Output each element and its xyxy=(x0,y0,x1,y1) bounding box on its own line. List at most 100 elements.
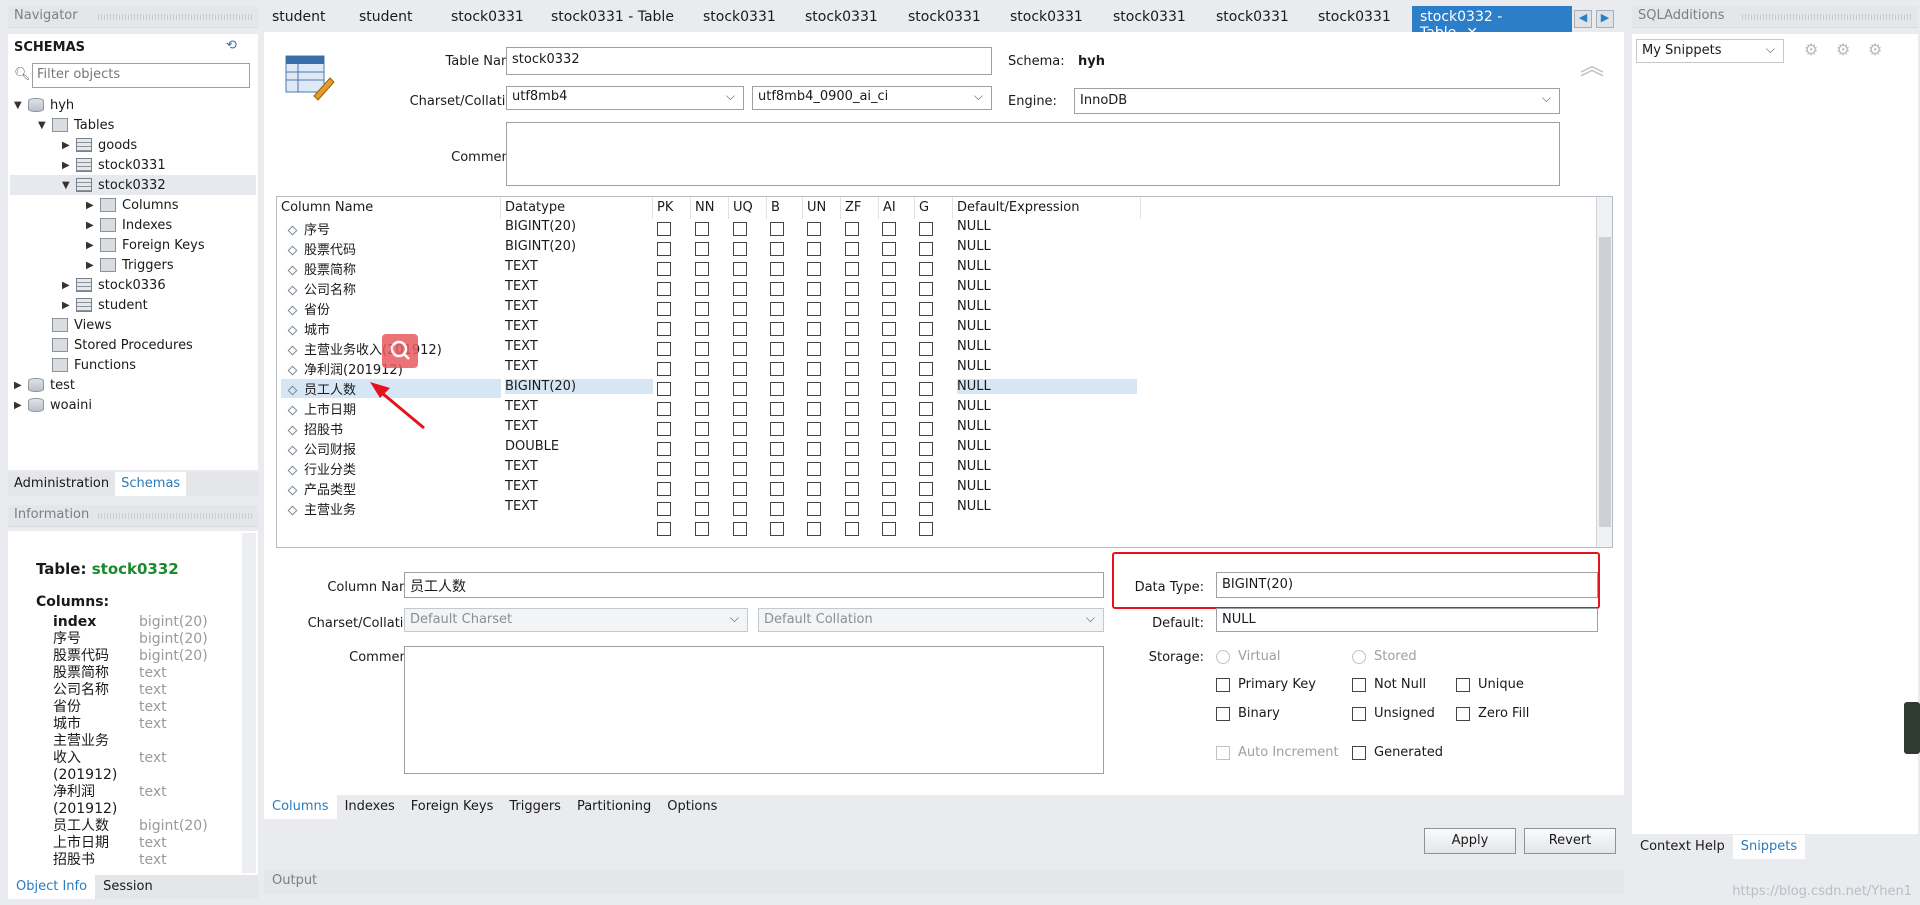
flag-checkbox[interactable] xyxy=(770,422,784,436)
header-uq[interactable]: UQ xyxy=(729,197,767,219)
datatype-cell[interactable]: TEXT xyxy=(505,339,653,354)
flag-checkbox[interactable] xyxy=(770,222,784,236)
datatype-cell[interactable]: BIGINT(20) xyxy=(505,239,653,254)
table-row[interactable]: 主营业务 TEXT NULL xyxy=(277,499,1587,519)
tab-indexes[interactable]: Indexes xyxy=(337,795,403,819)
tab-triggers[interactable]: Triggers xyxy=(501,795,569,819)
chevron-right-icon[interactable]: ▶ xyxy=(86,200,98,211)
tab-object-info[interactable]: Object Info xyxy=(8,875,96,899)
column-name-cell[interactable]: 序号 xyxy=(281,219,501,238)
default-cell[interactable]: NULL xyxy=(957,339,1137,354)
grid-scroll-thumb[interactable] xyxy=(1599,237,1611,527)
tab-columns[interactable]: Columns xyxy=(264,795,337,819)
flag-checkbox[interactable] xyxy=(919,382,933,396)
editor-tab[interactable]: stock0331 xyxy=(1002,6,1105,32)
chevron-right-icon[interactable]: ▶ xyxy=(62,300,74,311)
primary-key-checkbox[interactable]: Primary Key xyxy=(1216,677,1316,692)
flag-checkbox[interactable] xyxy=(733,382,747,396)
header-g[interactable]: G xyxy=(915,197,953,219)
editor-tab[interactable]: stock0331 xyxy=(1105,6,1208,32)
chevron-right-icon[interactable]: ▶ xyxy=(86,260,98,271)
header-zf[interactable]: ZF xyxy=(841,197,879,219)
flag-checkbox[interactable] xyxy=(845,362,859,376)
flag-checkbox[interactable] xyxy=(695,422,709,436)
flag-checkbox[interactable] xyxy=(733,222,747,236)
header-pk[interactable]: PK xyxy=(653,197,691,219)
flag-checkbox[interactable] xyxy=(733,462,747,476)
flag-checkbox[interactable] xyxy=(657,462,671,476)
table-comments-textarea[interactable] xyxy=(506,122,1560,186)
snippet-replace-icon[interactable]: ⚙ xyxy=(1836,40,1850,59)
tree-table-stock0336[interactable]: ▶ stock0336 xyxy=(62,275,166,295)
flag-checkbox[interactable] xyxy=(882,502,896,516)
flag-checkbox[interactable] xyxy=(770,242,784,256)
default-cell[interactable]: NULL xyxy=(957,239,1137,254)
filter-objects-input[interactable]: Filter objects xyxy=(32,63,250,88)
flag-checkbox[interactable] xyxy=(695,342,709,356)
flag-checkbox[interactable] xyxy=(770,282,784,296)
flag-checkbox[interactable] xyxy=(882,282,896,296)
flag-checkbox[interactable] xyxy=(695,442,709,456)
default-cell[interactable]: NULL xyxy=(957,259,1137,274)
flag-checkbox[interactable] xyxy=(919,262,933,276)
binary-checkbox[interactable]: Binary xyxy=(1216,706,1280,721)
table-row[interactable]: 员工人数 BIGINT(20) NULL xyxy=(277,379,1587,399)
tree-views[interactable]: Views xyxy=(50,315,112,335)
flag-checkbox[interactable] xyxy=(919,222,933,236)
flag-checkbox[interactable] xyxy=(770,462,784,476)
editor-tab[interactable]: student xyxy=(351,6,443,32)
flag-checkbox[interactable] xyxy=(919,462,933,476)
flag-checkbox[interactable] xyxy=(657,422,671,436)
table-row[interactable]: 招股书 TEXT NULL xyxy=(277,419,1587,439)
chevron-right-icon[interactable]: ▶ xyxy=(86,240,98,251)
column-name-cell[interactable]: 股票简称 xyxy=(281,259,501,278)
chevron-right-icon[interactable]: ▶ xyxy=(14,400,26,411)
flag-checkbox[interactable] xyxy=(882,342,896,356)
flag-checkbox[interactable] xyxy=(845,422,859,436)
chevron-right-icon[interactable]: ▶ xyxy=(62,160,74,171)
flag-checkbox[interactable] xyxy=(733,422,747,436)
column-name-cell[interactable]: 产品类型 xyxy=(281,479,501,498)
chevron-right-icon[interactable]: ▶ xyxy=(62,280,74,291)
default-cell[interactable]: NULL xyxy=(957,219,1137,234)
datatype-cell[interactable]: TEXT xyxy=(505,479,653,494)
flag-checkbox[interactable] xyxy=(882,522,896,536)
flag-checkbox[interactable] xyxy=(845,482,859,496)
default-input[interactable]: NULL xyxy=(1216,608,1598,632)
editor-tab[interactable]: stock0331 xyxy=(900,6,1002,32)
flag-checkbox[interactable] xyxy=(695,242,709,256)
tab-scroll-left-icon[interactable]: ◀ xyxy=(1574,10,1592,28)
datatype-cell[interactable]: TEXT xyxy=(505,419,653,434)
flag-checkbox[interactable] xyxy=(919,342,933,356)
flag-checkbox[interactable] xyxy=(770,322,784,336)
tab-context-help[interactable]: Context Help xyxy=(1632,835,1733,859)
datatype-cell[interactable]: DOUBLE xyxy=(505,439,653,454)
flag-checkbox[interactable] xyxy=(807,522,821,536)
flag-checkbox[interactable] xyxy=(845,242,859,256)
flag-checkbox[interactable] xyxy=(807,302,821,316)
flag-checkbox[interactable] xyxy=(770,382,784,396)
flag-checkbox[interactable] xyxy=(657,342,671,356)
flag-checkbox[interactable] xyxy=(919,302,933,316)
info-scrollbar[interactable] xyxy=(242,533,256,873)
flag-checkbox[interactable] xyxy=(657,382,671,396)
flag-checkbox[interactable] xyxy=(919,482,933,496)
tree-functions[interactable]: Functions xyxy=(50,355,136,375)
flag-checkbox[interactable] xyxy=(845,262,859,276)
flag-checkbox[interactable] xyxy=(770,482,784,496)
table-row[interactable]: 股票简称 TEXT NULL xyxy=(277,259,1587,279)
chevron-right-icon[interactable]: ▶ xyxy=(62,140,74,151)
flag-checkbox[interactable] xyxy=(882,442,896,456)
snippet-copy-icon[interactable]: ⚙ xyxy=(1868,40,1882,59)
column-name-cell[interactable]: 行业分类 xyxy=(281,459,501,478)
chevron-right-icon[interactable]: ▶ xyxy=(14,380,26,391)
flag-checkbox[interactable] xyxy=(882,462,896,476)
flag-checkbox[interactable] xyxy=(919,282,933,296)
flag-checkbox[interactable] xyxy=(770,302,784,316)
flag-checkbox[interactable] xyxy=(657,282,671,296)
grid-scrollbar[interactable] xyxy=(1596,197,1612,547)
flag-checkbox[interactable] xyxy=(807,362,821,376)
zero-fill-checkbox[interactable]: Zero Fill xyxy=(1456,706,1529,721)
refresh-icon[interactable]: ⟲ xyxy=(226,38,237,53)
tab-administration[interactable]: Administration xyxy=(8,472,115,496)
